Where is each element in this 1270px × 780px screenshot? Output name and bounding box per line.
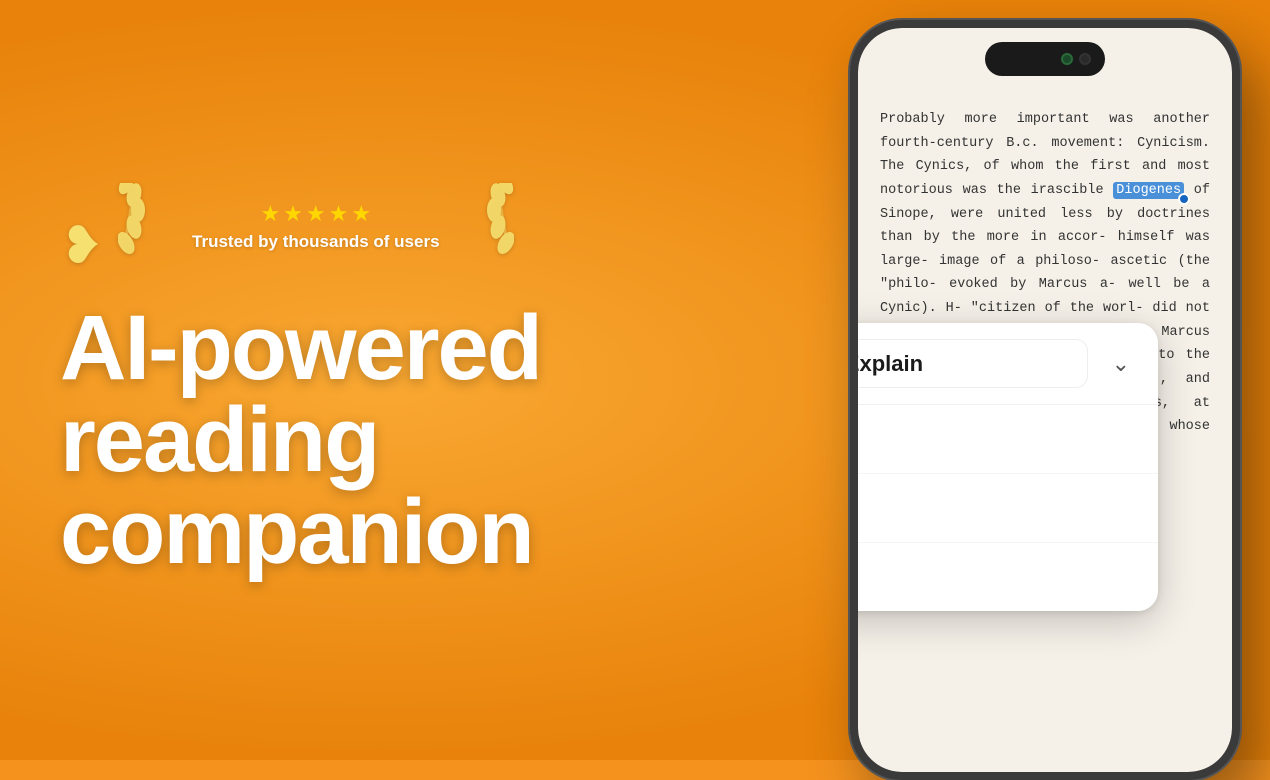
headline-line2: reading xyxy=(60,394,620,486)
laurel-left-icon: ❥ xyxy=(60,183,178,272)
explain-label: Explain xyxy=(858,351,923,377)
trust-text: Trusted by thousands of users xyxy=(192,231,440,253)
trust-center: ★ ★ ★ ★ ★ Trusted by thousands of users xyxy=(192,201,440,253)
phone-mockup: Probably more important was another four… xyxy=(850,20,1240,780)
volume-down-button xyxy=(850,273,852,338)
star-2: ★ xyxy=(283,201,303,227)
trust-badge: ❥ ★ ★ ★ ★ xyxy=(60,183,620,272)
phone-screen: Probably more important was another four… xyxy=(858,28,1232,772)
laurel-right-icon xyxy=(454,183,514,272)
explain-button[interactable]: ✦ Explain xyxy=(858,339,1088,388)
star-5: ★ xyxy=(351,201,371,227)
chevron-down-icon[interactable]: ⌄ xyxy=(1104,347,1138,381)
reword-item[interactable]: Reword xyxy=(858,543,1158,611)
left-panel: ❥ ★ ★ ★ ★ xyxy=(0,143,680,618)
headline: AI-powered reading companion xyxy=(60,302,620,578)
headline-line3: companion xyxy=(60,486,620,578)
define-item[interactable]: Define xyxy=(858,474,1158,543)
star-1: ★ xyxy=(260,201,280,227)
headline-line1: AI-powered xyxy=(60,302,620,394)
dynamic-island xyxy=(985,42,1105,76)
star-rating: ★ ★ ★ ★ ★ xyxy=(260,201,371,227)
volume-up-button xyxy=(850,193,852,258)
highlighted-word: Diogenes xyxy=(1113,182,1184,199)
translate-item[interactable]: 文 A Translate xyxy=(858,405,1158,474)
sensor-dot xyxy=(1079,53,1091,65)
selection-handle-right xyxy=(1178,193,1190,205)
camera-indicator xyxy=(1061,53,1073,65)
context-menu: ✦ Explain ⌄ 文 A Translate xyxy=(858,323,1158,611)
power-button xyxy=(1238,168,1240,238)
popup-top-bar: ✦ Explain ⌄ xyxy=(858,323,1158,405)
silent-button xyxy=(850,138,852,178)
right-panel: Probably more important was another four… xyxy=(630,0,1270,760)
star-4: ★ xyxy=(329,201,349,227)
star-3: ★ xyxy=(306,201,326,227)
